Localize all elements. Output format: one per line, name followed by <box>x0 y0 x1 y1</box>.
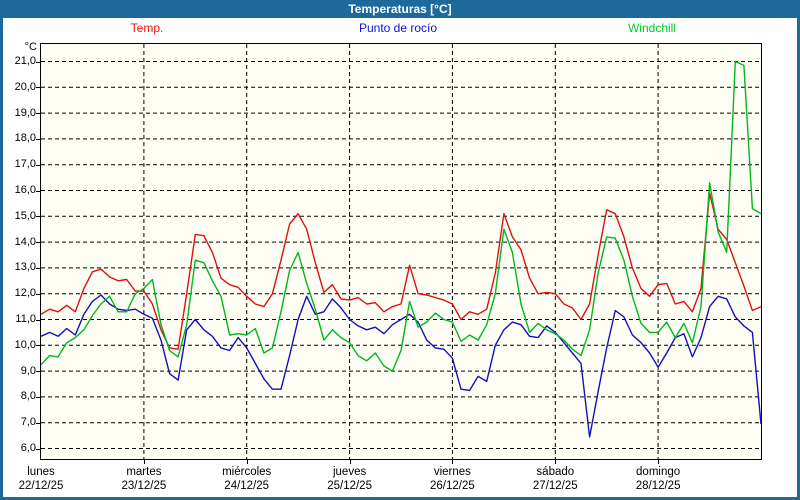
chart-plot-area <box>40 43 762 460</box>
x-axis-tick <box>452 460 453 464</box>
y-axis-tick-label: 14,0 <box>0 236 36 248</box>
x-axis-tick <box>658 460 659 464</box>
y-axis-tick-label: 17,0 <box>0 158 36 170</box>
y-axis-tick <box>36 113 40 114</box>
y-axis-tick <box>36 216 40 217</box>
y-axis-tick <box>36 139 40 140</box>
y-axis-tick-label: 21,0 <box>0 55 36 67</box>
legend-item-temp: Temp. <box>97 21 197 37</box>
x-axis-day-label: domingo <box>613 466 703 478</box>
window-title: Temperaturas [°C] <box>348 2 451 16</box>
x-axis-date-label: 23/12/25 <box>99 480 189 492</box>
y-axis-tick <box>36 320 40 321</box>
y-axis-tick <box>36 242 40 243</box>
legend-item-dew-point: Punto de rocío <box>328 21 468 37</box>
y-axis-tick <box>36 371 40 372</box>
y-axis-unit-label: °C <box>0 41 37 53</box>
y-axis-tick <box>36 397 40 398</box>
y-axis-tick <box>36 268 40 269</box>
y-axis-tick-label: 8,0 <box>0 390 36 402</box>
chart-canvas <box>41 44 761 459</box>
x-axis-date-label: 25/12/25 <box>305 480 395 492</box>
x-axis-date-label: 27/12/25 <box>510 480 600 492</box>
dew_point-line <box>41 295 761 437</box>
y-axis-tick <box>36 423 40 424</box>
x-axis-date-label: 22/12/25 <box>0 480 86 492</box>
y-axis-tick <box>36 165 40 166</box>
x-axis-date-label: 28/12/25 <box>613 480 703 492</box>
x-axis-tick <box>350 460 351 464</box>
y-axis-tick-label: 15,0 <box>0 210 36 222</box>
y-axis-tick <box>36 191 40 192</box>
y-axis-tick-label: 11,0 <box>0 313 36 325</box>
x-axis-tick <box>247 460 248 464</box>
y-axis-tick-label: 16,0 <box>0 184 36 196</box>
y-axis-tick <box>36 294 40 295</box>
x-axis-date-label: 26/12/25 <box>407 480 497 492</box>
y-axis-tick-label: 20,0 <box>0 81 36 93</box>
y-axis-tick <box>36 449 40 450</box>
x-axis-day-label: viernes <box>407 466 497 478</box>
x-axis-tick <box>144 460 145 464</box>
window-title-bar: Temperaturas [°C] <box>0 0 800 18</box>
y-axis-tick-label: 7,0 <box>0 416 36 428</box>
y-axis-tick-label: 9,0 <box>0 365 36 377</box>
y-axis-tick <box>36 345 40 346</box>
x-axis-day-label: lunes <box>0 466 86 478</box>
y-axis-tick-label: 12,0 <box>0 287 36 299</box>
y-axis-tick-label: 6,0 <box>0 442 36 454</box>
y-axis-tick-label: 19,0 <box>0 107 36 119</box>
x-axis-day-label: miércoles <box>202 466 292 478</box>
y-axis-tick <box>36 62 40 63</box>
x-axis-day-label: jueves <box>305 466 395 478</box>
weather-chart-window: Temperaturas [°C] Temp. Punto de rocío W… <box>0 0 800 500</box>
x-axis-date-label: 24/12/25 <box>202 480 292 492</box>
y-axis-tick-label: 13,0 <box>0 261 36 273</box>
y-axis-tick-label: 18,0 <box>0 132 36 144</box>
x-axis-tick <box>555 460 556 464</box>
x-axis-day-label: martes <box>99 466 189 478</box>
legend-item-windchill: Windchill <box>602 21 702 37</box>
x-axis-day-label: sábado <box>510 466 600 478</box>
y-axis-tick-label: 10,0 <box>0 339 36 351</box>
y-axis-tick <box>36 87 40 88</box>
